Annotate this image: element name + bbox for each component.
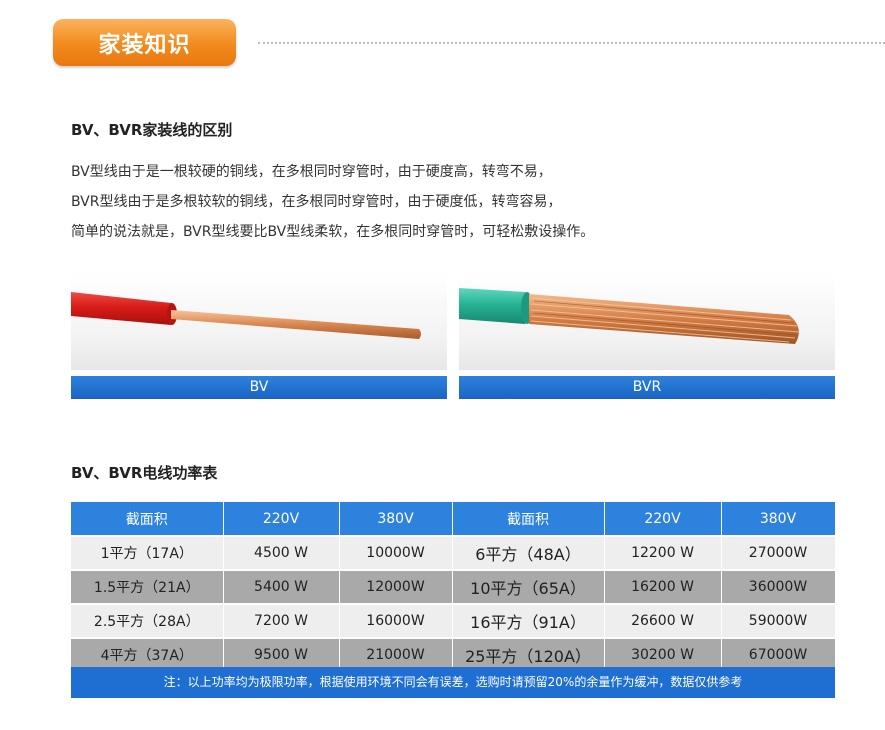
description-paragraph: BV型线由于是一根较硬的铜线，在多根同时穿管时，由于硬度高，转弯不易， BVR型…	[71, 157, 831, 247]
table-cell: 16平方（91A）	[452, 604, 605, 639]
badge-title: 家装知识	[98, 32, 191, 58]
table-cell: 26600 W	[604, 604, 722, 639]
table-header-row: 截面积 220V 380V 截面积 220V 380V	[71, 502, 836, 537]
table-row: 2.5平方（28A） 7200 W 16000W 16平方（91A） 26600…	[71, 604, 836, 639]
table-cell: 12200 W	[604, 536, 722, 571]
table-footnote: 注：以上功率均为极限功率，根据使用环境不同会有误差，选购时请预留20%的余量作为…	[71, 667, 835, 698]
table-cell: 10000W	[339, 536, 453, 571]
table-row: 1.5平方（21A） 5400 W 12000W 10平方（65A） 16200…	[71, 570, 836, 605]
section-title-power-table: BV、BVR电线功率表	[71, 464, 218, 482]
bvr-wire-image	[459, 272, 835, 370]
section-badge: 家装知识	[53, 19, 236, 66]
table-cell: 36000W	[721, 570, 836, 605]
section-title-difference: BV、BVR家装线的区别	[71, 121, 233, 139]
table-cell: 10平方（65A）	[452, 570, 605, 605]
table-cell: 7200 W	[223, 604, 340, 639]
bv-wire-illustration	[71, 292, 421, 339]
table-cell: 4500 W	[223, 536, 340, 571]
table-cell: 16000W	[339, 604, 453, 639]
column-header: 截面积	[71, 502, 224, 537]
bvr-wire-illustration	[459, 288, 800, 344]
bv-label: BV	[71, 376, 447, 399]
description-line: BV型线由于是一根较硬的铜线，在多根同时穿管时，由于硬度高，转弯不易，	[71, 164, 552, 180]
table-cell: 1平方（17A）	[71, 536, 224, 571]
column-header: 220V	[223, 502, 340, 537]
table-cell: 16200 W	[604, 570, 722, 605]
table-cell: 2.5平方（28A）	[71, 604, 224, 639]
table-cell: 6平方（48A）	[452, 536, 605, 571]
table-row: 1平方（17A） 4500 W 10000W 6平方（48A） 12200 W …	[71, 536, 836, 571]
table-cell: 27000W	[721, 536, 836, 571]
bv-wire-image	[71, 272, 447, 370]
table-cell: 5400 W	[223, 570, 340, 605]
description-line: BVR型线由于是多根较软的铜线，在多根同时穿管时，由于硬度低，转弯容易，	[71, 194, 562, 210]
table-cell: 12000W	[339, 570, 453, 605]
column-header: 截面积	[452, 502, 605, 537]
column-header: 220V	[604, 502, 722, 537]
dotted-divider	[258, 42, 885, 44]
table-cell: 1.5平方（21A）	[71, 570, 224, 605]
description-line: 简单的说法就是，BVR型线要比BV型线柔软，在多根同时穿管时，可轻松敷设操作。	[71, 224, 595, 240]
bvr-label: BVR	[459, 376, 835, 399]
column-header: 380V	[721, 502, 836, 537]
power-table: 截面积 220V 380V 截面积 220V 380V 1平方（17A） 450…	[71, 502, 836, 673]
column-header: 380V	[339, 502, 453, 537]
table-cell: 59000W	[721, 604, 836, 639]
